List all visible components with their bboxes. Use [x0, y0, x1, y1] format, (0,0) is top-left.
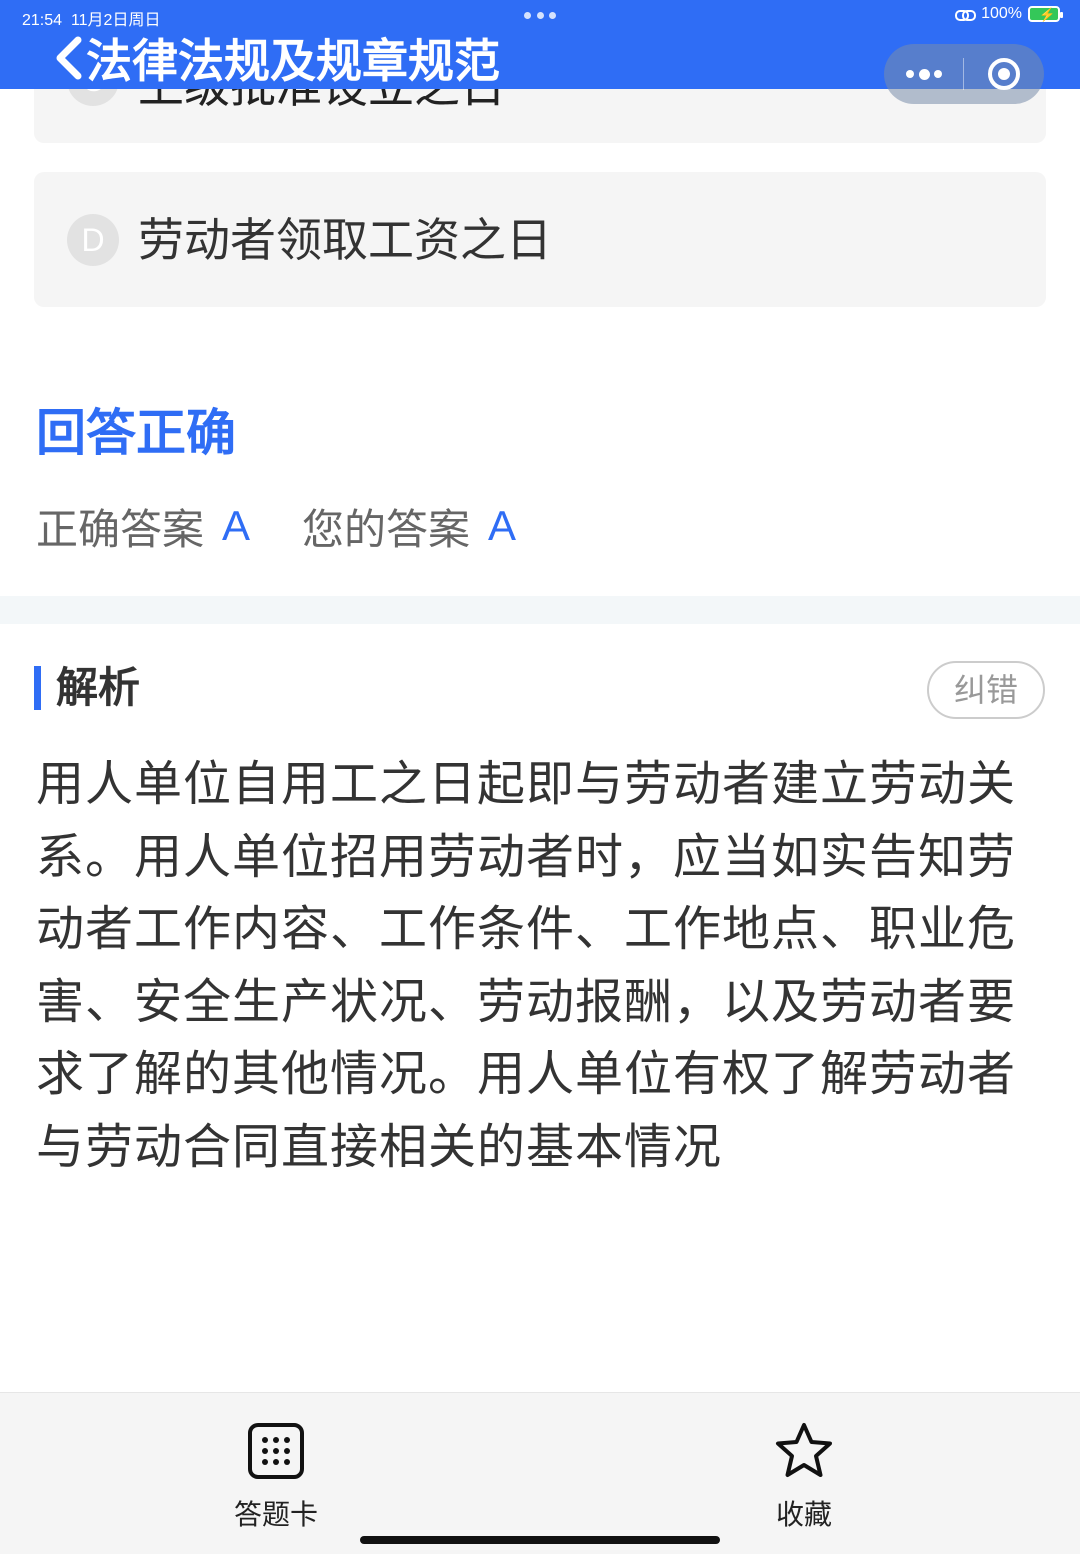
- miniprogram-capsule: [884, 44, 1044, 104]
- favorite-button[interactable]: 收藏: [724, 1421, 884, 1533]
- report-error-button[interactable]: 纠错: [927, 661, 1045, 719]
- analysis-text: 用人单位自用工之日起即与劳动者建立劳动关系。用人单位招用劳动者时，应当如实告知劳…: [36, 756, 1017, 1175]
- analysis-accent-bar: [34, 666, 41, 710]
- home-indicator[interactable]: [360, 1536, 720, 1544]
- capsule-divider: [963, 58, 964, 90]
- answer-card-label: 答题卡: [233, 1498, 318, 1531]
- back-arrow-icon[interactable]: [48, 34, 88, 82]
- page-title: 法律法规及规章规范: [86, 34, 500, 88]
- favorite-label: 收藏: [775, 1498, 832, 1531]
- battery-percent: 100%: [981, 5, 1022, 22]
- correct-answer-value: A: [222, 502, 251, 549]
- grid-icon: [248, 1423, 304, 1479]
- your-answer-label: 您的答案: [302, 504, 471, 554]
- bottom-toolbar: 答题卡 收藏: [0, 1392, 1080, 1554]
- status-date: 11月2日周日: [70, 12, 161, 29]
- multitask-dots-icon[interactable]: [524, 12, 556, 20]
- link-icon: [955, 8, 977, 21]
- option-d-text: 劳动者领取工资之日: [138, 213, 552, 267]
- analysis-title: 解析: [56, 663, 141, 712]
- your-answer-value: A: [488, 502, 517, 549]
- star-icon: [776, 1423, 832, 1477]
- result-title: 回答正确: [36, 404, 236, 462]
- option-d-card[interactable]: D 劳动者领取工资之日: [34, 172, 1046, 307]
- status-indicators: 100% ⚡: [955, 5, 1063, 23]
- section-divider: [0, 596, 1080, 624]
- status-clock: 21:54: [22, 12, 63, 29]
- correct-answer-label: 正确答案: [36, 504, 205, 554]
- status-time: 21:54 11月2日周日: [22, 6, 160, 30]
- answer-row: 正确答案 A 您的答案 A: [36, 496, 516, 556]
- battery-icon: ⚡: [1028, 6, 1063, 22]
- close-target-icon[interactable]: [988, 58, 1020, 90]
- answer-card-button[interactable]: 答题卡: [196, 1421, 356, 1533]
- more-icon[interactable]: [906, 68, 942, 80]
- option-d-letter: D: [67, 214, 119, 266]
